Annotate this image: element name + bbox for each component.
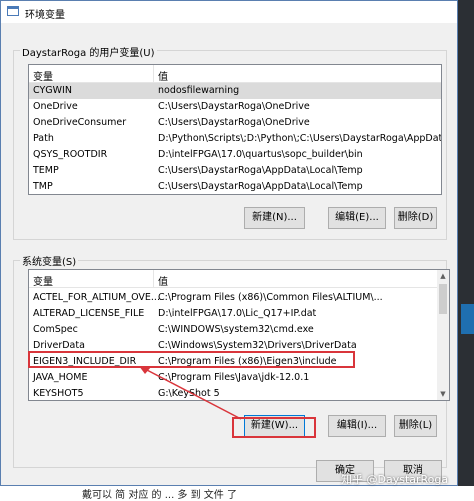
variable-value: nodosfilewarning xyxy=(158,85,240,96)
user-row-qsys-rootdir[interactable]: QSYS_ROOTDIR D:\intelFPGA\17.0\quartus\s… xyxy=(29,147,441,163)
window-icon xyxy=(7,6,19,16)
variable-name: TMP xyxy=(33,181,53,192)
variable-value: C:\Windows\System32\Drivers\DriverData xyxy=(158,340,357,351)
user-row-temp[interactable]: TEMP C:\Users\DaystarRoga\AppData\Local\… xyxy=(29,163,441,179)
variable-value: D:\intelFPGA\17.0\quartus\sopc_builder\b… xyxy=(158,149,363,160)
user-list-header: 变量 值 xyxy=(29,65,441,83)
scroll-down-icon[interactable]: ▼ xyxy=(437,388,449,400)
variable-name: OneDrive xyxy=(33,101,78,112)
background-window-strip xyxy=(458,0,474,499)
column-header-value[interactable]: 值 xyxy=(158,68,168,83)
column-header-value[interactable]: 值 xyxy=(158,273,168,288)
user-delete-button[interactable]: 删除(D) xyxy=(394,207,437,229)
system-edit-button[interactable]: 编辑(I)... xyxy=(328,415,386,437)
variable-value: D:\intelFPGA\17.0\Lic_Q17+IP.dat xyxy=(158,308,317,319)
system-row-actel[interactable]: ACTEL_FOR_ALTIUM_OVE... C:\Program Files… xyxy=(29,290,449,306)
title-bar[interactable]: 环境变量 xyxy=(1,1,457,23)
system-delete-button[interactable]: 删除(L) xyxy=(394,415,437,437)
user-row-onedrive[interactable]: OneDrive C:\Users\DaystarRoga\OneDrive xyxy=(29,99,441,115)
variable-value: D:\Python\Scripts\;D:\Python\;C:\Users\D… xyxy=(158,133,442,144)
background-document: 戴可以 简 对应 的 ... 多 到 文件 了 xyxy=(0,486,474,501)
user-variables-label: DaystarRoga 的用户变量(U) xyxy=(20,44,157,59)
variable-value: C:\Program Files (x86)\Common Files\ALTI… xyxy=(158,292,383,303)
variable-name: ALTERAD_LICENSE_FILE xyxy=(33,308,145,319)
variable-name: KEYSHOT5 xyxy=(33,388,84,399)
environment-variables-dialog: 环境变量 DaystarRoga 的用户变量(U) 变量 值 CYGWIN no… xyxy=(0,0,458,486)
user-variables-list[interactable]: 变量 值 CYGWIN nodosfilewarning OneDrive C:… xyxy=(28,64,442,195)
user-row-cygwin[interactable]: CYGWIN nodosfilewarning xyxy=(29,83,441,99)
user-edit-button[interactable]: 编辑(E)... xyxy=(328,207,386,229)
variable-name: QSYS_ROOTDIR xyxy=(33,149,108,160)
window-title: 环境变量 xyxy=(25,10,65,21)
column-header-variable[interactable]: 变量 xyxy=(33,68,53,83)
system-list-scrollbar[interactable]: ▲ ▼ xyxy=(437,270,449,400)
scrollbar-thumb[interactable] xyxy=(439,284,447,314)
system-row-comspec[interactable]: ComSpec C:\WINDOWS\system32\cmd.exe xyxy=(29,322,449,338)
user-row-path[interactable]: Path D:\Python\Scripts\;D:\Python\;C:\Us… xyxy=(29,131,441,147)
system-row-alterad-license[interactable]: ALTERAD_LICENSE_FILE D:\intelFPGA\17.0\L… xyxy=(29,306,449,322)
variable-name: Path xyxy=(33,133,54,144)
column-header-variable[interactable]: 变量 xyxy=(33,273,53,288)
variable-name: JAVA_HOME xyxy=(33,372,88,383)
variable-value: C:\Users\DaystarRoga\AppData\Local\Temp xyxy=(158,181,363,192)
variable-name: OneDriveConsumer xyxy=(33,117,127,128)
variable-name: TEMP xyxy=(33,165,59,176)
variable-value: C:\Users\DaystarRoga\OneDrive xyxy=(158,101,310,112)
variable-name: DriverData xyxy=(33,340,85,351)
system-list-header: 变量 值 xyxy=(29,270,449,288)
variable-value: C:\Users\DaystarRoga\OneDrive xyxy=(158,117,310,128)
variable-value: C:\Users\DaystarRoga\AppData\Local\Temp xyxy=(158,165,363,176)
user-row-onedriveconsumer[interactable]: OneDriveConsumer C:\Users\DaystarRoga\On… xyxy=(29,115,441,131)
system-variables-label: 系统变量(S) xyxy=(20,253,79,268)
variable-value: C:\WINDOWS\system32\cmd.exe xyxy=(158,324,314,335)
scroll-up-icon[interactable]: ▲ xyxy=(437,270,449,282)
user-row-tmp[interactable]: TMP C:\Users\DaystarRoga\AppData\Local\T… xyxy=(29,179,441,194)
background-accent xyxy=(461,304,474,334)
variable-name: CYGWIN xyxy=(33,85,72,96)
user-new-button[interactable]: 新建(N)... xyxy=(244,207,305,229)
watermark: 知乎 @DaystarRoga xyxy=(341,473,449,486)
variable-name: ACTEL_FOR_ALTIUM_OVE... xyxy=(33,292,160,303)
variable-name: ComSpec xyxy=(33,324,78,335)
annotation-highlight-button xyxy=(232,417,316,438)
